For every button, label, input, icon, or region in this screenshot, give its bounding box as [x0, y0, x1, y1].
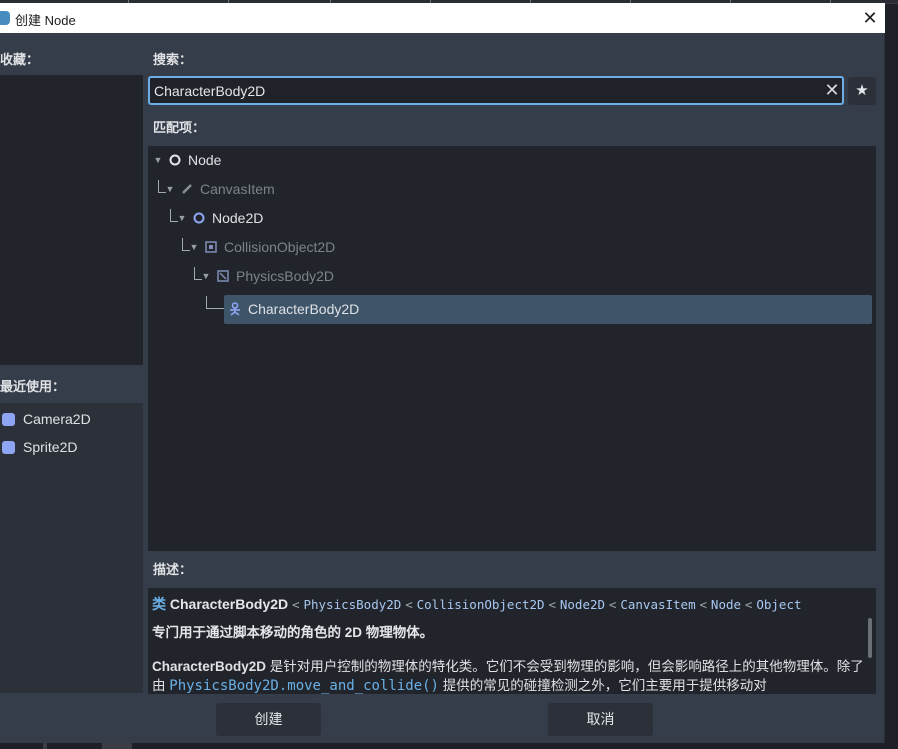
- brush-icon: [180, 182, 194, 196]
- tree-item-label: CharacterBody2D: [248, 301, 360, 317]
- editor-marker: [102, 743, 132, 749]
- chevron-down-icon[interactable]: ▼: [188, 242, 200, 252]
- editor-background: [0, 743, 898, 749]
- inherit-separator: <: [608, 597, 617, 612]
- inherit-separator: <: [292, 597, 300, 612]
- tree-guide: [206, 296, 224, 309]
- chevron-down-icon[interactable]: ▼: [152, 155, 164, 165]
- inherit-separator: <: [405, 597, 413, 612]
- recent-item-label: Sprite2D: [23, 439, 78, 455]
- class-name: CharacterBody2D: [169, 596, 289, 612]
- recent-label: 最近使用：: [0, 379, 66, 394]
- description-panel: 类 CharacterBody2D < PhysicsBody2D < Coll…: [148, 588, 876, 694]
- create-button[interactable]: 创建: [216, 703, 321, 736]
- close-icon[interactable]: ✕: [859, 7, 881, 29]
- tree-item-label: Node2D: [212, 210, 264, 226]
- tree-item-physicsbody2d[interactable]: ▼ PhysicsBody2D: [200, 262, 335, 290]
- tree-item-label: Node: [188, 152, 222, 168]
- camera-icon: [2, 412, 15, 426]
- inherit-separator: <: [699, 597, 708, 612]
- chevron-down-icon[interactable]: ▼: [176, 213, 188, 223]
- circle-icon: [168, 153, 182, 167]
- tree-item-canvasitem[interactable]: ▼ CanvasItem: [164, 175, 275, 203]
- favorites-list[interactable]: [0, 75, 143, 365]
- brief-description: 专门用于通过脚本移动的角色的 2D 物理物体。: [152, 625, 434, 640]
- dialog-title: 创建 Node: [15, 13, 76, 28]
- chevron-down-icon[interactable]: ▼: [200, 271, 212, 281]
- description-label: 描述：: [153, 562, 193, 577]
- recent-item-label: Camera2D: [23, 411, 91, 427]
- tree-item-collisionobject2d[interactable]: ▼ CollisionObject2D: [188, 233, 336, 261]
- full-description: CharacterBody2D 是针对用户控制的物理体的特化类。它们不会受到物理…: [152, 657, 864, 694]
- character-icon: [228, 302, 242, 316]
- inherit-link[interactable]: CanvasItem: [620, 597, 695, 612]
- description-scrollbar[interactable]: [868, 618, 872, 658]
- tree-item-node[interactable]: ▼ Node: [152, 146, 222, 174]
- method-link[interactable]: PhysicsBody2D.move_and_collide(): [169, 678, 439, 694]
- inherit-link[interactable]: PhysicsBody2D: [303, 597, 401, 612]
- clear-icon[interactable]: ✕: [822, 80, 842, 100]
- inherit-link[interactable]: Object: [756, 597, 801, 612]
- tree-item-label: PhysicsBody2D: [236, 268, 335, 284]
- favorites-label: 收藏：: [0, 52, 40, 67]
- inherit-separator: <: [744, 597, 753, 612]
- body-class-name: CharacterBody2D: [152, 659, 267, 674]
- inherit-separator: <: [548, 597, 556, 612]
- tree-item-label: CollisionObject2D: [224, 239, 336, 255]
- inherit-link[interactable]: Node: [711, 597, 741, 612]
- class-header: 类 CharacterBody2D < PhysicsBody2D < Coll…: [152, 594, 802, 614]
- circle-icon: [192, 211, 206, 225]
- editor-marker: [43, 743, 47, 749]
- recent-item-camera2d[interactable]: Camera2D: [0, 406, 143, 432]
- create-node-dialog: 创建 Node ✕ 收藏： 最近使用： Camera2D Sprite2D 搜索…: [0, 3, 885, 743]
- favorite-button[interactable]: ★: [848, 77, 876, 105]
- square-icon: [204, 240, 218, 254]
- body-icon: [216, 269, 230, 283]
- star-icon: ★: [855, 82, 869, 99]
- class-prefix: 类: [152, 596, 166, 612]
- search-field[interactable]: ✕: [148, 76, 844, 105]
- title-bar: 创建 Node ✕: [0, 3, 885, 33]
- body-text: 提供的常见的碰撞检测之外，它们主要用于提供移动对: [438, 678, 767, 693]
- search-input[interactable]: [154, 81, 814, 101]
- matches-label: 匹配项：: [153, 120, 206, 135]
- cancel-button[interactable]: 取消: [548, 703, 653, 736]
- tree-item-label: CanvasItem: [200, 181, 275, 197]
- search-label: 搜索：: [153, 52, 193, 67]
- recent-list: Camera2D Sprite2D: [0, 403, 143, 693]
- inherit-link[interactable]: Node2D: [560, 597, 605, 612]
- chevron-down-icon[interactable]: ▼: [164, 184, 176, 194]
- sprite-icon: [2, 440, 15, 454]
- tree-item-characterbody2d[interactable]: CharacterBody2D: [228, 295, 359, 323]
- tree-item-node2d[interactable]: ▼ Node2D: [176, 204, 264, 232]
- godot-icon: [0, 11, 10, 25]
- inherit-link[interactable]: CollisionObject2D: [417, 597, 545, 612]
- recent-item-sprite2d[interactable]: Sprite2D: [0, 434, 143, 460]
